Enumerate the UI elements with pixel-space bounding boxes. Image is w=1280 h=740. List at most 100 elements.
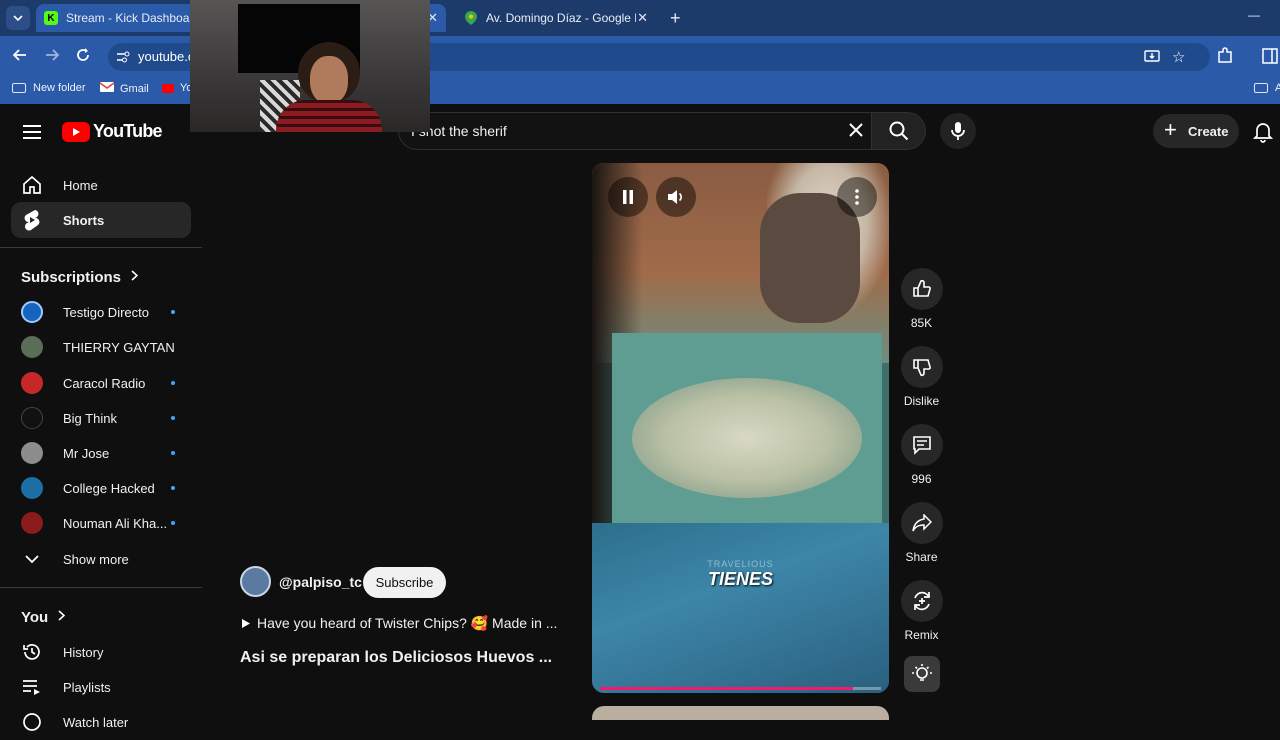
webcam-shirt bbox=[276, 100, 382, 132]
short-video-player[interactable]: TRAVELIOUS TIENES bbox=[592, 163, 889, 693]
remix-icon bbox=[900, 580, 943, 622]
bookmark-new-folder[interactable]: New folder bbox=[12, 82, 86, 94]
sound-thumbnail-button[interactable] bbox=[904, 656, 940, 692]
back-icon[interactable] bbox=[12, 47, 28, 68]
bookmark-other[interactable]: A bbox=[1254, 82, 1280, 94]
sidebar-item-history[interactable]: History bbox=[11, 634, 191, 670]
subscription-item[interactable]: Mr Jose bbox=[11, 436, 191, 470]
subscription-name: Testigo Directo bbox=[63, 304, 149, 320]
clear-search-icon[interactable] bbox=[847, 121, 865, 144]
bookmark-label: A bbox=[1275, 82, 1280, 94]
share-icon bbox=[900, 502, 943, 544]
tab-search-button[interactable] bbox=[6, 6, 30, 30]
chevron-right-icon bbox=[131, 268, 139, 286]
share-button[interactable]: Share bbox=[899, 502, 944, 564]
subscription-item[interactable]: Nouman Ali Kha... bbox=[11, 506, 191, 540]
youtube-logo[interactable]: YouTube bbox=[62, 121, 163, 142]
thumbs-up-icon bbox=[900, 268, 943, 310]
youtube-play-icon bbox=[62, 121, 90, 142]
new-tab-icon[interactable]: + bbox=[670, 8, 681, 29]
search-button[interactable] bbox=[871, 112, 926, 150]
mute-button[interactable] bbox=[656, 177, 696, 217]
subscription-item[interactable]: THIERRY GAYTAN bbox=[11, 330, 191, 364]
site-info-icon[interactable] bbox=[116, 50, 130, 69]
side-panel-icon[interactable] bbox=[1262, 47, 1278, 70]
progress-fill bbox=[600, 687, 853, 690]
youtube-page: YouTube I shot the sherif + Create Home … bbox=[0, 104, 1280, 731]
bookmark-gmail[interactable]: Gmail bbox=[99, 82, 149, 95]
gmail-icon bbox=[99, 82, 115, 95]
minimize-icon[interactable]: — bbox=[1248, 8, 1260, 22]
create-label: Create bbox=[1188, 124, 1229, 139]
action-label: Remix bbox=[904, 628, 939, 642]
short-title[interactable]: Asi se preparan los Deliciosos Huevos ..… bbox=[240, 649, 552, 667]
sidebar-item-label: Playlists bbox=[63, 679, 111, 695]
like-button[interactable]: 85K bbox=[899, 268, 944, 330]
avatar bbox=[21, 301, 43, 323]
notifications-icon[interactable] bbox=[1252, 121, 1274, 148]
plus-icon: + bbox=[1164, 117, 1177, 142]
sidebar-item-label: Watch later bbox=[63, 714, 129, 730]
sidebar-item-label: History bbox=[63, 644, 104, 660]
comment-icon bbox=[900, 424, 943, 466]
menu-icon[interactable] bbox=[22, 124, 42, 145]
thumbs-down-icon bbox=[900, 346, 943, 388]
remix-button[interactable]: Remix bbox=[899, 580, 944, 642]
subscription-item[interactable]: Testigo Directo bbox=[11, 295, 191, 329]
dislike-button[interactable]: Dislike bbox=[899, 346, 944, 408]
subscription-name: College Hacked bbox=[63, 480, 155, 496]
reload-icon[interactable] bbox=[75, 47, 91, 68]
channel-avatar[interactable] bbox=[240, 566, 271, 597]
subscribe-button[interactable]: Subscribe bbox=[363, 567, 446, 598]
history-icon bbox=[21, 641, 43, 663]
short-description[interactable]: Have you heard of Twister Chips? 🥰 Made … bbox=[241, 615, 557, 632]
avatar bbox=[21, 442, 43, 464]
maps-pin-icon bbox=[464, 11, 478, 25]
progress-track[interactable] bbox=[600, 687, 881, 690]
sidebar-item-label: Shorts bbox=[63, 212, 105, 228]
subscription-item[interactable]: College Hacked bbox=[11, 471, 191, 505]
subscriptions-heading[interactable]: Subscriptions bbox=[21, 268, 139, 286]
sidebar-item-home[interactable]: Home bbox=[11, 167, 191, 203]
subscription-name: THIERRY GAYTAN bbox=[63, 339, 175, 355]
search-box[interactable]: I shot the sherif bbox=[398, 112, 871, 150]
show-more-button[interactable]: Show more bbox=[11, 542, 191, 576]
new-content-dot bbox=[171, 451, 175, 455]
sidebar-item-shorts[interactable]: Shorts bbox=[11, 202, 191, 238]
chevron-right-icon bbox=[58, 608, 66, 626]
search-icon bbox=[889, 121, 908, 141]
playlists-icon bbox=[21, 676, 43, 698]
bookmark-youtube[interactable]: Yo bbox=[162, 82, 192, 94]
you-heading[interactable]: You bbox=[21, 608, 66, 626]
bookmark-star-icon[interactable]: ☆ bbox=[1172, 48, 1185, 66]
pause-button[interactable] bbox=[608, 177, 648, 217]
new-content-dot bbox=[171, 381, 175, 385]
sidebar-item-watch-later[interactable]: Watch later bbox=[11, 704, 191, 740]
action-label: Share bbox=[905, 550, 938, 564]
tab-title: Stream - Kick Dashboard bbox=[66, 11, 201, 25]
comments-button[interactable]: 996 bbox=[899, 424, 944, 486]
new-content-dot bbox=[171, 310, 175, 314]
subscription-name: Mr Jose bbox=[63, 445, 110, 461]
more-options-button[interactable] bbox=[837, 177, 877, 217]
extensions-icon[interactable] bbox=[1216, 47, 1234, 70]
forward-icon[interactable] bbox=[44, 47, 60, 68]
subscription-item[interactable]: Big Think bbox=[11, 401, 191, 435]
play-triangle-icon bbox=[241, 616, 251, 632]
channel-name[interactable]: @palpiso_tc bbox=[279, 574, 362, 590]
tab-google-maps[interactable]: Av. Domingo Díaz - Google Ma ✕ bbox=[456, 4, 656, 32]
webcam-overlay bbox=[190, 0, 430, 132]
volume-icon bbox=[668, 190, 682, 204]
subscription-item[interactable]: Caracol Radio bbox=[11, 366, 191, 400]
voice-search-button[interactable] bbox=[940, 113, 976, 149]
action-label: 85K bbox=[910, 316, 933, 330]
install-app-icon[interactable] bbox=[1144, 49, 1160, 70]
create-button[interactable]: + Create bbox=[1153, 114, 1239, 148]
webcam-face bbox=[310, 56, 348, 104]
avatar bbox=[21, 372, 43, 394]
sparkle-bulb-icon bbox=[912, 664, 932, 681]
next-short-preview[interactable] bbox=[592, 706, 889, 720]
sidebar-item-playlists[interactable]: Playlists bbox=[11, 669, 191, 705]
pause-icon bbox=[623, 190, 633, 204]
close-tab-icon[interactable]: ✕ bbox=[637, 10, 648, 26]
